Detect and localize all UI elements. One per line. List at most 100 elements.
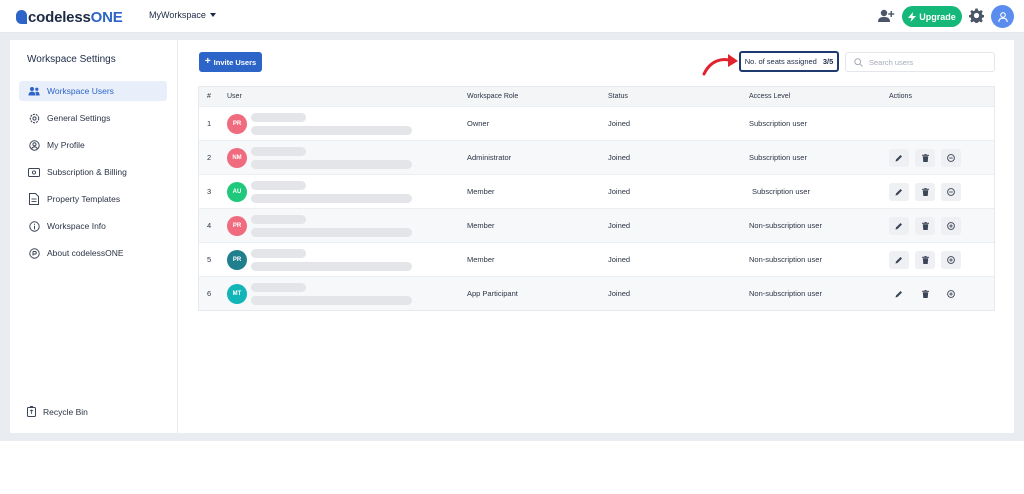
- edit-button[interactable]: [889, 285, 909, 303]
- trash-icon: [921, 289, 929, 298]
- recycle-bin-icon: [27, 406, 36, 417]
- table-row: 6 MT App Participant Joined Non-subscrip…: [199, 276, 994, 310]
- user-name-placeholder: [251, 248, 412, 271]
- actions-cell: [889, 148, 994, 167]
- actions-cell: [889, 285, 994, 303]
- delete-button[interactable]: [915, 216, 935, 235]
- logo-mark-icon: [16, 10, 27, 24]
- sidebar-item-about[interactable]: About codelessONE: [19, 243, 167, 263]
- role-cell: App Participant: [467, 289, 518, 298]
- user-name-placeholder: [251, 112, 412, 135]
- users-table: # User Workspace Role Status Access Leve…: [198, 86, 995, 311]
- profile-icon: [28, 139, 40, 151]
- logo[interactable]: codelessONE: [16, 7, 123, 27]
- main-panel: + Invite Users No. of seats assigned 3/5…: [178, 40, 1014, 433]
- user-cell: PR: [227, 112, 467, 135]
- user-avatar-badge: MT: [227, 283, 247, 304]
- column-header-access: Access Level: [749, 93, 791, 100]
- user-avatar[interactable]: [991, 5, 1014, 28]
- edit-icon: [895, 256, 902, 263]
- column-header-status: Status: [608, 93, 628, 100]
- row-number: 4: [207, 221, 212, 230]
- search-icon: [854, 57, 863, 67]
- sidebar-item-label: Workspace Users: [47, 86, 114, 96]
- trash-icon: [921, 221, 929, 230]
- column-header-role: Workspace Role: [467, 93, 519, 100]
- edit-button[interactable]: [889, 182, 909, 201]
- assign-seat-button[interactable]: [941, 285, 961, 303]
- edit-button[interactable]: [889, 250, 909, 269]
- status-cell: Joined: [608, 187, 631, 196]
- delete-button[interactable]: [915, 250, 935, 269]
- minus-circle-icon: [947, 187, 955, 196]
- user-cell: PR: [227, 214, 467, 237]
- lightning-icon: [908, 11, 917, 22]
- sidebar-item-subscription-billing[interactable]: Subscription & Billing: [19, 162, 167, 182]
- delete-button[interactable]: [915, 182, 935, 201]
- column-header-number: #: [207, 93, 211, 100]
- search-input[interactable]: [869, 57, 989, 67]
- user-cell: MT: [227, 282, 467, 305]
- edit-icon: [895, 154, 902, 161]
- table-header: # User Workspace Role Status Access Leve…: [199, 87, 994, 106]
- revoke-seat-button[interactable]: [941, 148, 961, 167]
- upgrade-button[interactable]: Upgrade: [902, 6, 962, 27]
- red-arrow-annotation-icon: [702, 54, 738, 76]
- sidebar-item-general-settings[interactable]: General Settings: [19, 108, 167, 128]
- role-cell: Member: [467, 187, 495, 196]
- user-name-placeholder: [251, 180, 412, 203]
- assign-seat-button[interactable]: [941, 216, 961, 235]
- user-avatar-badge: AU: [227, 181, 247, 202]
- delete-button[interactable]: [915, 148, 935, 167]
- status-cell: Joined: [608, 221, 631, 230]
- status-cell: Joined: [608, 153, 631, 162]
- info-icon: [28, 220, 40, 232]
- access-cell: Non-subscription user: [749, 255, 822, 264]
- user-avatar-badge: NM: [227, 147, 247, 168]
- edit-button[interactable]: [889, 148, 909, 167]
- recycle-bin-link[interactable]: Recycle Bin: [27, 406, 88, 417]
- sidebar-item-workspace-users[interactable]: Workspace Users: [19, 81, 167, 101]
- actions-cell: [889, 182, 994, 201]
- actions-cell: [889, 250, 994, 269]
- user-cell: AU: [227, 180, 467, 203]
- users-icon: [28, 85, 40, 97]
- user-avatar-badge: PR: [227, 113, 247, 134]
- gear-icon[interactable]: [969, 8, 984, 23]
- user-cell: NM: [227, 146, 467, 169]
- user-name-placeholder: [251, 214, 412, 237]
- caret-down-icon: [209, 13, 216, 17]
- access-cell: Subscription user: [749, 153, 807, 162]
- revoke-seat-button[interactable]: [941, 182, 961, 201]
- search-box[interactable]: [845, 52, 995, 72]
- edit-icon: [895, 290, 902, 297]
- invite-users-label: Invite Users: [213, 57, 257, 67]
- row-number: 5: [207, 255, 212, 264]
- sidebar-item-property-templates[interactable]: Property Templates: [19, 189, 167, 209]
- role-cell: Administrator: [467, 153, 512, 162]
- plus-icon: +: [204, 56, 211, 67]
- row-number: 3: [207, 187, 212, 196]
- edit-button[interactable]: [889, 216, 909, 235]
- plus-circle-icon: [947, 289, 955, 298]
- user-avatar-badge: PR: [227, 215, 247, 236]
- user-cell: PR: [227, 248, 467, 271]
- sidebar-title: Workspace Settings: [27, 54, 116, 65]
- user-name-placeholder: [251, 146, 412, 169]
- delete-button[interactable]: [915, 285, 935, 303]
- row-number: 2: [207, 153, 212, 162]
- add-user-icon[interactable]: [877, 8, 895, 24]
- user-name-placeholder: [251, 282, 412, 305]
- invite-users-button[interactable]: + Invite Users: [199, 52, 262, 72]
- workspace-selector[interactable]: MyWorkspace: [149, 10, 216, 20]
- role-cell: Member: [467, 221, 495, 230]
- sidebar-item-workspace-info[interactable]: Workspace Info: [19, 216, 167, 236]
- sidebar-item-my-profile[interactable]: My Profile: [19, 135, 167, 155]
- sidebar-item-label: Property Templates: [47, 194, 121, 204]
- actions-cell: [889, 216, 994, 235]
- settings-sidebar: Workspace Settings Workspace Users Gener…: [10, 40, 178, 433]
- assign-seat-button[interactable]: [941, 250, 961, 269]
- table-row: 1 PR Owner Joined Subscription user: [199, 106, 994, 140]
- table-row: 2 NM Administrator Joined Subscription u…: [199, 140, 994, 174]
- about-icon: [28, 247, 40, 259]
